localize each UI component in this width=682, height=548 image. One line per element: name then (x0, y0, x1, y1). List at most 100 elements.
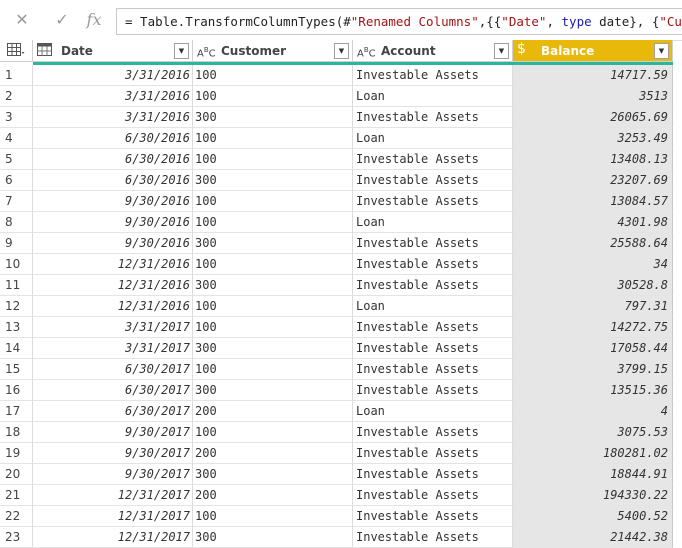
account-cell[interactable]: Investable Assets (353, 65, 513, 86)
date-cell[interactable]: 12/31/2016 (33, 254, 193, 275)
account-cell[interactable]: Investable Assets (353, 422, 513, 443)
customer-cell[interactable]: 300 (193, 275, 353, 296)
column-filter-dropdown[interactable]: ▼ (174, 43, 189, 59)
customer-cell[interactable]: 200 (193, 443, 353, 464)
balance-cell[interactable]: 4301.98 (513, 212, 673, 233)
balance-cell[interactable]: 13515.36 (513, 380, 673, 401)
account-cell[interactable]: Investable Assets (353, 506, 513, 527)
table-row[interactable]: 10 12/31/2016 100 Investable Assets 34 (0, 254, 682, 275)
table-row[interactable]: 15 6/30/2017 100 Investable Assets 3799.15 (0, 359, 682, 380)
account-cell[interactable]: Investable Assets (353, 338, 513, 359)
row-number[interactable]: 13 (0, 317, 33, 338)
table-row[interactable]: 2 3/31/2016 100 Loan 3513 (0, 86, 682, 107)
row-number[interactable]: 8 (0, 212, 33, 233)
account-cell[interactable]: Loan (353, 296, 513, 317)
row-number[interactable]: 17 (0, 401, 33, 422)
table-row[interactable]: 4 6/30/2016 100 Loan 3253.49 (0, 128, 682, 149)
row-number[interactable]: 11 (0, 275, 33, 296)
column-header-account[interactable]: ABC Account ▼ (353, 40, 513, 62)
date-cell[interactable]: 12/31/2017 (33, 527, 193, 548)
date-cell[interactable]: 3/31/2016 (33, 65, 193, 86)
row-number[interactable]: 14 (0, 338, 33, 359)
row-number[interactable]: 1 (0, 65, 33, 86)
customer-cell[interactable]: 100 (193, 149, 353, 170)
customer-cell[interactable]: 300 (193, 233, 353, 254)
balance-cell[interactable]: 5400.52 (513, 506, 673, 527)
customer-cell[interactable]: 100 (193, 317, 353, 338)
account-cell[interactable]: Investable Assets (353, 149, 513, 170)
account-cell[interactable]: Investable Assets (353, 464, 513, 485)
date-cell[interactable]: 9/30/2017 (33, 443, 193, 464)
account-cell[interactable]: Loan (353, 128, 513, 149)
table-row[interactable]: 5 6/30/2016 100 Investable Assets 13408.13 (0, 149, 682, 170)
row-number[interactable]: 23 (0, 527, 33, 548)
account-cell[interactable]: Investable Assets (353, 485, 513, 506)
row-number[interactable]: 5 (0, 149, 33, 170)
balance-cell[interactable]: 17058.44 (513, 338, 673, 359)
date-cell[interactable]: 3/31/2017 (33, 338, 193, 359)
account-cell[interactable]: Loan (353, 401, 513, 422)
date-cell[interactable]: 6/30/2017 (33, 380, 193, 401)
column-header-date[interactable]: Date ▼ (33, 40, 193, 62)
date-cell[interactable]: 6/30/2017 (33, 359, 193, 380)
date-cell[interactable]: 6/30/2017 (33, 401, 193, 422)
customer-cell[interactable]: 300 (193, 527, 353, 548)
table-row[interactable]: 13 3/31/2017 100 Investable Assets 14272.75 (0, 317, 682, 338)
balance-cell[interactable]: 23207.69 (513, 170, 673, 191)
balance-cell[interactable]: 3513 (513, 86, 673, 107)
account-cell[interactable]: Investable Assets (353, 359, 513, 380)
table-row[interactable]: 17 6/30/2017 200 Loan 4 (0, 401, 682, 422)
row-number[interactable]: 3 (0, 107, 33, 128)
customer-cell[interactable]: 300 (193, 464, 353, 485)
table-row[interactable]: 1 3/31/2016 100 Investable Assets 14717.59 (0, 65, 682, 86)
account-cell[interactable]: Investable Assets (353, 254, 513, 275)
balance-cell[interactable]: 3075.53 (513, 422, 673, 443)
table-row[interactable]: 12 12/31/2016 100 Loan 797.31 (0, 296, 682, 317)
account-cell[interactable]: Investable Assets (353, 275, 513, 296)
table-row[interactable]: 20 9/30/2017 300 Investable Assets 18844.91 (0, 464, 682, 485)
customer-cell[interactable]: 100 (193, 191, 353, 212)
date-cell[interactable]: 9/30/2016 (33, 191, 193, 212)
row-number[interactable]: 16 (0, 380, 33, 401)
date-cell[interactable]: 9/30/2016 (33, 212, 193, 233)
balance-cell[interactable]: 26065.69 (513, 107, 673, 128)
customer-cell[interactable]: 100 (193, 506, 353, 527)
function-fx-icon[interactable]: fx (84, 10, 104, 30)
date-cell[interactable]: 9/30/2017 (33, 422, 193, 443)
table-row[interactable]: 14 3/31/2017 300 Investable Assets 17058.44 (0, 338, 682, 359)
balance-cell[interactable]: 194330.22 (513, 485, 673, 506)
balance-cell[interactable]: 3253.49 (513, 128, 673, 149)
date-cell[interactable]: 12/31/2016 (33, 296, 193, 317)
table-row[interactable]: 21 12/31/2017 200 Investable Assets 194330.2… (0, 485, 682, 506)
cancel-icon[interactable]: ✕ (12, 10, 32, 30)
balance-cell[interactable]: 25588.64 (513, 233, 673, 254)
table-row[interactable]: 7 9/30/2016 100 Investable Assets 13084.57 (0, 191, 682, 212)
balance-cell[interactable]: 14717.59 (513, 65, 673, 86)
row-number[interactable]: 12 (0, 296, 33, 317)
row-number[interactable]: 18 (0, 422, 33, 443)
date-cell[interactable]: 6/30/2016 (33, 128, 193, 149)
customer-cell[interactable]: 300 (193, 170, 353, 191)
customer-cell[interactable]: 100 (193, 128, 353, 149)
customer-cell[interactable]: 100 (193, 359, 353, 380)
table-row[interactable]: 9 9/30/2016 300 Investable Assets 25588.64 (0, 233, 682, 254)
customer-cell[interactable]: 100 (193, 86, 353, 107)
customer-cell[interactable]: 200 (193, 485, 353, 506)
date-cell[interactable]: 3/31/2017 (33, 317, 193, 338)
customer-cell[interactable]: 100 (193, 296, 353, 317)
table-row[interactable]: 19 9/30/2017 200 Investable Assets 180281.02 (0, 443, 682, 464)
column-header-customer[interactable]: ABC Customer ▼ (193, 40, 353, 62)
customer-cell[interactable]: 300 (193, 107, 353, 128)
row-number[interactable]: 20 (0, 464, 33, 485)
balance-cell[interactable]: 797.31 (513, 296, 673, 317)
column-filter-dropdown[interactable]: ▼ (334, 43, 349, 59)
table-row[interactable]: 18 9/30/2017 100 Investable Assets 3075.53 (0, 422, 682, 443)
table-row[interactable]: 3 3/31/2016 300 Investable Assets 26065.69 (0, 107, 682, 128)
account-cell[interactable]: Investable Assets (353, 191, 513, 212)
account-cell[interactable]: Loan (353, 212, 513, 233)
balance-cell[interactable]: 34 (513, 254, 673, 275)
table-row[interactable]: 23 12/31/2017 300 Investable Assets 21442.38 (0, 527, 682, 548)
customer-cell[interactable]: 300 (193, 380, 353, 401)
account-cell[interactable]: Investable Assets (353, 317, 513, 338)
table-row[interactable]: 11 12/31/2016 300 Investable Assets 30528.8 (0, 275, 682, 296)
